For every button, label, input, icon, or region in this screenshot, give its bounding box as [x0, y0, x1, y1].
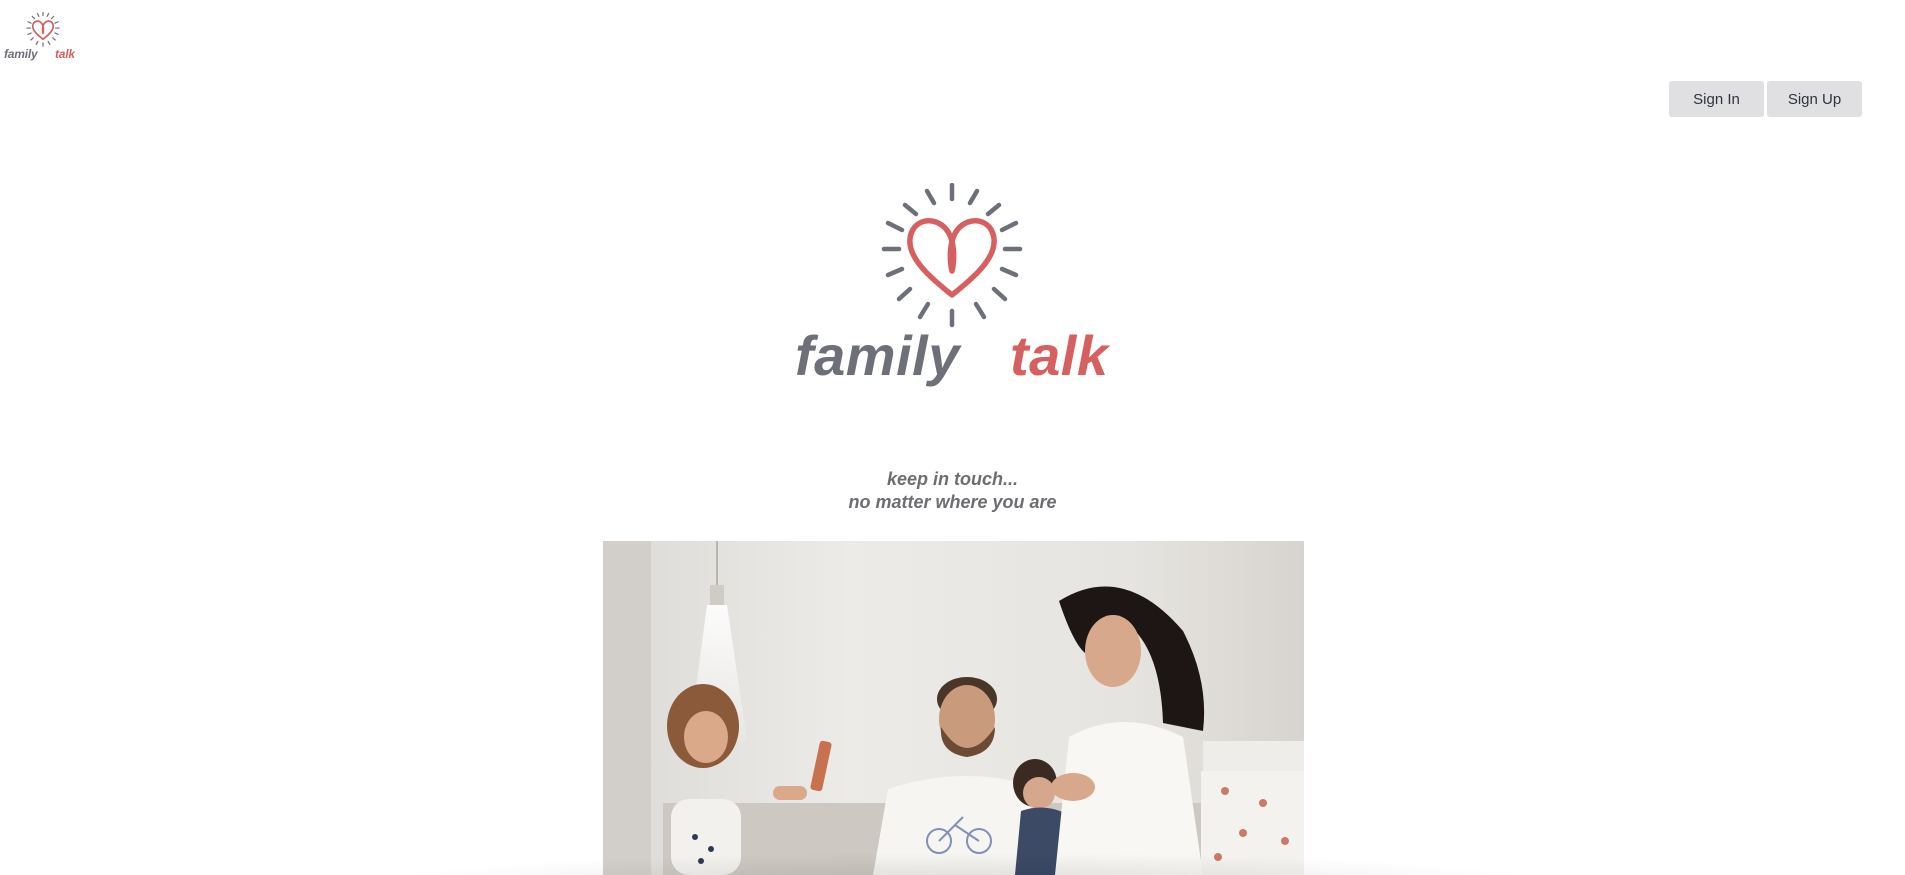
sign-up-button[interactable]: Sign Up [1767, 81, 1862, 117]
logo-word-family: family [4, 47, 38, 61]
auth-buttons: Sign In Sign Up [1669, 81, 1862, 117]
hero-word-talk: talk [1010, 324, 1109, 387]
heart-sunburst-icon [26, 12, 60, 47]
family-photo [603, 541, 1304, 875]
header-logo[interactable]: family talk [2, 12, 84, 66]
landing-page: family talk Sign In Sign Up family talk … [0, 0, 1905, 875]
tagline-line-2: no matter where you are [848, 492, 1057, 512]
tagline: keep in touch... no matter where you are [0, 468, 1905, 514]
tagline-line-1: keep in touch... [886, 469, 1019, 489]
logo-word-talk: talk [55, 47, 75, 61]
sign-in-button[interactable]: Sign In [1669, 81, 1764, 117]
heart-sunburst-icon [881, 183, 1023, 328]
hero-word-family: family [795, 324, 960, 387]
